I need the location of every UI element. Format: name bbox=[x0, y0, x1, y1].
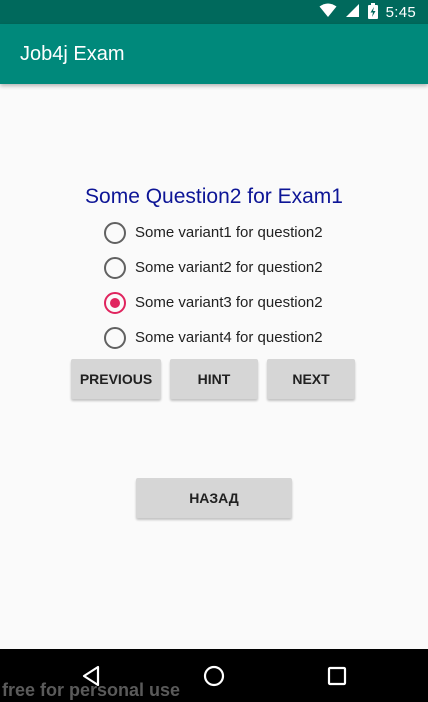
recents-square-icon[interactable] bbox=[322, 661, 352, 691]
answer-option-4[interactable]: Some variant4 for question2 bbox=[104, 320, 364, 355]
answer-radio-group: Some variant1 for question2 Some variant… bbox=[104, 215, 364, 355]
battery-charging-icon bbox=[367, 2, 378, 22]
answer-option-label: Some variant4 for question2 bbox=[135, 329, 323, 346]
radio-unchecked-icon[interactable] bbox=[104, 326, 126, 349]
back-button[interactable]: НАЗАД bbox=[136, 478, 292, 518]
answer-option-label: Some variant1 for question2 bbox=[135, 224, 323, 241]
watermark: free for personal use bbox=[2, 680, 181, 700]
radio-checked-icon[interactable] bbox=[104, 291, 126, 314]
signal-icon bbox=[345, 3, 360, 21]
screen: 5:45 Job4j Exam Some Question2 for Exam1… bbox=[0, 0, 428, 702]
answer-option-2[interactable]: Some variant2 for question2 bbox=[104, 250, 364, 285]
hint-button[interactable]: HINT bbox=[170, 359, 258, 399]
question-title: Some Question2 for Exam1 bbox=[85, 185, 343, 208]
previous-button[interactable]: PREVIOUS bbox=[71, 359, 161, 399]
status-bar: 5:45 bbox=[0, 0, 428, 24]
next-button[interactable]: NEXT bbox=[267, 359, 355, 399]
radio-unchecked-icon[interactable] bbox=[104, 221, 126, 244]
app-bar: Job4j Exam bbox=[0, 24, 428, 84]
status-time: 5:45 bbox=[385, 3, 416, 21]
status-icons: 5:45 bbox=[319, 2, 428, 22]
answer-option-label: Some variant2 for question2 bbox=[135, 259, 323, 276]
wifi-icon bbox=[319, 3, 337, 21]
answer-option-label: Some variant3 for question2 bbox=[135, 294, 323, 311]
app-title: Job4j Exam bbox=[20, 42, 125, 65]
answer-option-3[interactable]: Some variant3 for question2 bbox=[104, 285, 364, 320]
radio-dot bbox=[110, 297, 120, 308]
radio-unchecked-icon[interactable] bbox=[104, 256, 126, 279]
answer-option-1[interactable]: Some variant1 for question2 bbox=[104, 215, 364, 250]
home-circle-icon[interactable] bbox=[199, 661, 229, 691]
